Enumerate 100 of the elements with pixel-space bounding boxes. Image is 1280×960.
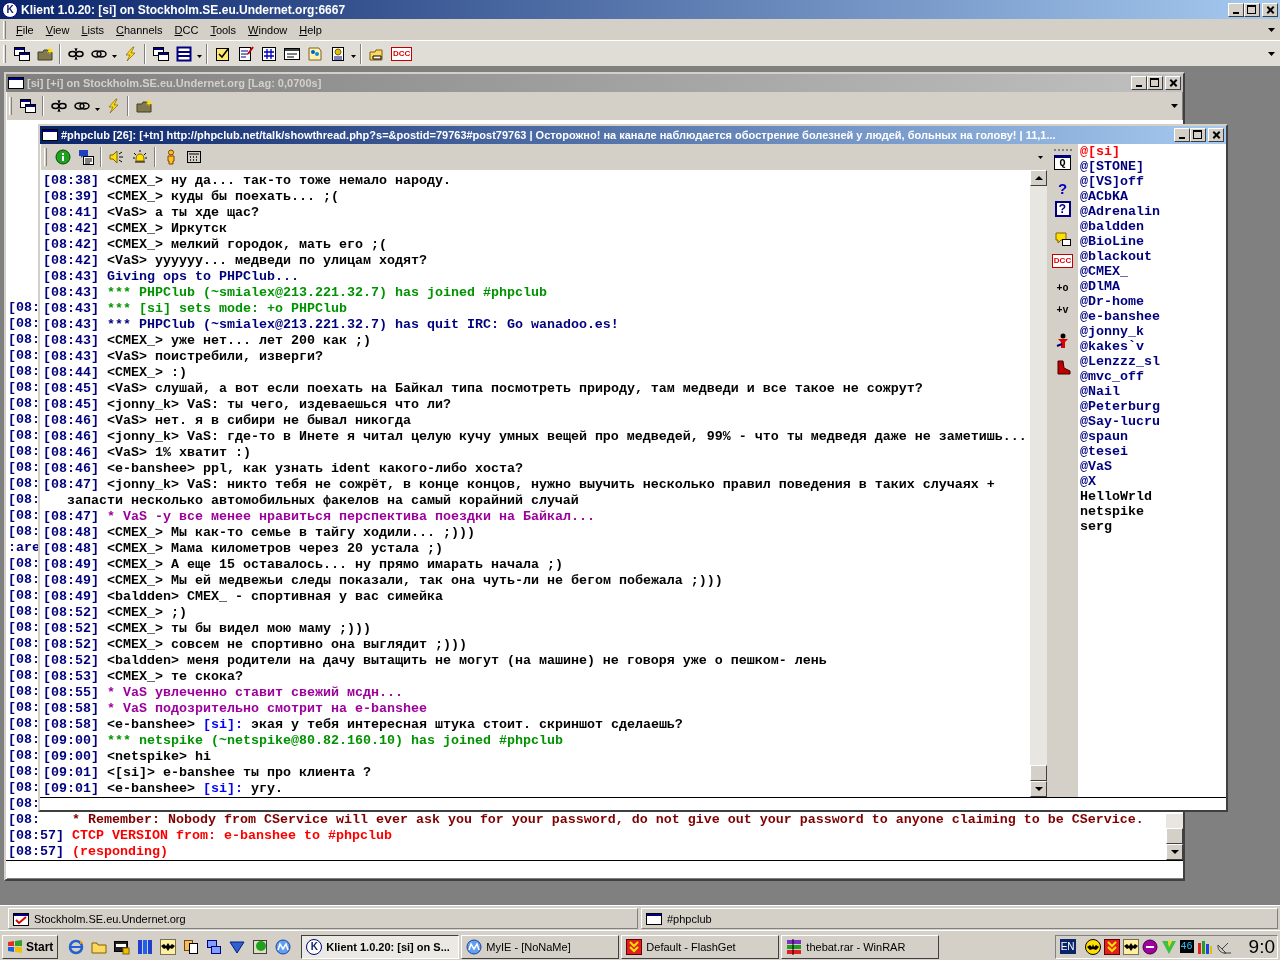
menu-item[interactable]: DCC bbox=[168, 20, 205, 39]
maximize-button[interactable] bbox=[1190, 128, 1206, 142]
nickname[interactable]: @DlMA bbox=[1080, 279, 1226, 294]
nickname[interactable]: @Lenzzz_sl bbox=[1080, 354, 1226, 369]
broken-chain-icon[interactable] bbox=[50, 98, 67, 114]
globe-icon[interactable] bbox=[275, 938, 292, 955]
minimize-button[interactable] bbox=[1131, 76, 1147, 90]
scroll-down-button[interactable] bbox=[1030, 781, 1047, 797]
bars-icon[interactable] bbox=[1196, 938, 1213, 955]
start-button[interactable]: Start bbox=[2, 934, 59, 959]
download-icon[interactable] bbox=[1103, 938, 1120, 955]
nickname[interactable]: @ACbKA bbox=[1080, 189, 1226, 204]
bat-icon[interactable] bbox=[1122, 938, 1139, 955]
document-icon[interactable] bbox=[329, 45, 346, 62]
help-button[interactable]: ? bbox=[1053, 179, 1072, 197]
close-button[interactable] bbox=[1165, 76, 1181, 90]
windows-icon[interactable] bbox=[152, 45, 169, 62]
caret-icon[interactable] bbox=[350, 55, 356, 58]
close-button[interactable] bbox=[1208, 128, 1224, 142]
grip-handle[interactable] bbox=[9, 97, 12, 115]
caret-icon[interactable] bbox=[196, 55, 202, 58]
nickname[interactable]: @[VS]off bbox=[1080, 174, 1226, 189]
grip-handle[interactable] bbox=[3, 20, 6, 39]
nickname[interactable]: @blackout bbox=[1080, 249, 1226, 264]
list-window-icon[interactable] bbox=[175, 45, 192, 62]
figure-icon[interactable] bbox=[1054, 333, 1071, 349]
caret-icon[interactable] bbox=[111, 55, 117, 58]
scroll-thumb[interactable] bbox=[1030, 765, 1047, 781]
nickname[interactable]: @[si] bbox=[1080, 144, 1226, 159]
menu-item[interactable]: Window bbox=[242, 20, 294, 39]
nickname[interactable]: @tesei bbox=[1080, 444, 1226, 459]
dcc-button[interactable]: DCC bbox=[391, 46, 413, 61]
boot-icon[interactable] bbox=[1054, 359, 1071, 375]
copy-icon[interactable] bbox=[183, 938, 200, 955]
windows-icon[interactable] bbox=[13, 45, 30, 62]
minus-icon[interactable] bbox=[1141, 938, 1158, 955]
grip-handle[interactable] bbox=[3, 44, 6, 63]
grid-icon[interactable] bbox=[260, 45, 277, 62]
caret-icon[interactable] bbox=[1171, 104, 1178, 108]
speaker-icon[interactable] bbox=[108, 149, 125, 165]
lock-card-icon[interactable] bbox=[114, 938, 131, 955]
minimize-button[interactable] bbox=[1174, 128, 1190, 142]
caret-icon[interactable] bbox=[1268, 27, 1275, 32]
nickname[interactable]: @CMEX_ bbox=[1080, 264, 1226, 279]
keypad-icon[interactable] bbox=[185, 149, 202, 165]
menu-item[interactable]: Channels bbox=[110, 20, 169, 39]
maximize-button[interactable] bbox=[1244, 2, 1260, 17]
window-button[interactable]: #phpclub bbox=[641, 908, 1278, 929]
grip-handle[interactable] bbox=[44, 148, 47, 166]
nickname[interactable]: @mvc_off bbox=[1080, 369, 1226, 384]
counter-indicator[interactable]: 46 bbox=[1179, 940, 1194, 953]
chat-icon[interactable] bbox=[77, 149, 94, 165]
taskbar-button[interactable]: thebat.rar - WinRAR bbox=[781, 934, 940, 959]
voice-button[interactable]: +v bbox=[1052, 301, 1073, 319]
scrollbar[interactable] bbox=[1166, 814, 1183, 860]
nickname[interactable]: @kakes`v bbox=[1080, 339, 1226, 354]
nickname[interactable]: @X bbox=[1080, 474, 1226, 489]
nickname[interactable]: @Adrenalin bbox=[1080, 204, 1226, 219]
scrollbar[interactable] bbox=[1030, 170, 1047, 797]
nickname[interactable]: @Nail bbox=[1080, 384, 1226, 399]
op-button[interactable]: +o bbox=[1052, 279, 1073, 297]
scroll-thumb[interactable] bbox=[1166, 828, 1183, 844]
menu-item[interactable]: Help bbox=[293, 20, 328, 39]
maximize-button[interactable] bbox=[1147, 76, 1163, 90]
nickname[interactable]: serg bbox=[1080, 519, 1226, 534]
menu-item[interactable]: Tools bbox=[204, 20, 243, 39]
window-button[interactable]: Stockholm.SE.eu.Undernet.org bbox=[8, 908, 638, 929]
caret-icon[interactable] bbox=[94, 107, 100, 111]
windows-icon[interactable] bbox=[19, 98, 36, 114]
nickname[interactable]: @Peterburg bbox=[1080, 399, 1226, 414]
menu-item[interactable]: File bbox=[10, 20, 40, 39]
nickname[interactable]: @baldden bbox=[1080, 219, 1226, 234]
scroll-up-button[interactable] bbox=[1030, 170, 1047, 186]
nickname[interactable]: @e-banshee bbox=[1080, 309, 1226, 324]
info-icon[interactable] bbox=[54, 149, 71, 165]
menu-item[interactable]: View bbox=[39, 20, 76, 39]
nickname[interactable]: HelloWrld bbox=[1080, 489, 1226, 504]
nickname[interactable]: @spaun bbox=[1080, 429, 1226, 444]
notepad-icon[interactable] bbox=[237, 45, 254, 62]
dcc-button[interactable]: DCC bbox=[1051, 254, 1074, 268]
nickname[interactable]: @Say-lucru bbox=[1080, 414, 1226, 429]
browser-icon[interactable] bbox=[68, 938, 85, 955]
globe-icon[interactable] bbox=[252, 938, 269, 955]
network-icon[interactable] bbox=[206, 938, 223, 955]
broken-chain-icon[interactable] bbox=[67, 45, 84, 62]
bat-icon[interactable] bbox=[160, 938, 177, 955]
nickname[interactable]: @Dr-home bbox=[1080, 294, 1226, 309]
grip-handle[interactable] bbox=[1053, 149, 1072, 152]
taskbar-button[interactable]: MyIE - [NoNaMe] bbox=[461, 934, 620, 959]
checklist-icon[interactable] bbox=[214, 45, 231, 62]
caret-icon[interactable] bbox=[1268, 51, 1275, 56]
books-icon[interactable] bbox=[137, 938, 154, 955]
taskbar-button[interactable]: K Klient 1.0.20: [si] on S... bbox=[301, 934, 460, 959]
language-indicator[interactable]: EN bbox=[1059, 939, 1076, 954]
notes-icon[interactable] bbox=[306, 45, 323, 62]
bell-icon[interactable] bbox=[131, 149, 148, 165]
triangle-icon[interactable] bbox=[229, 938, 246, 955]
caret-icon[interactable] bbox=[1038, 155, 1043, 159]
minimize-button[interactable] bbox=[1228, 2, 1244, 17]
nickname[interactable]: @VaS bbox=[1080, 459, 1226, 474]
